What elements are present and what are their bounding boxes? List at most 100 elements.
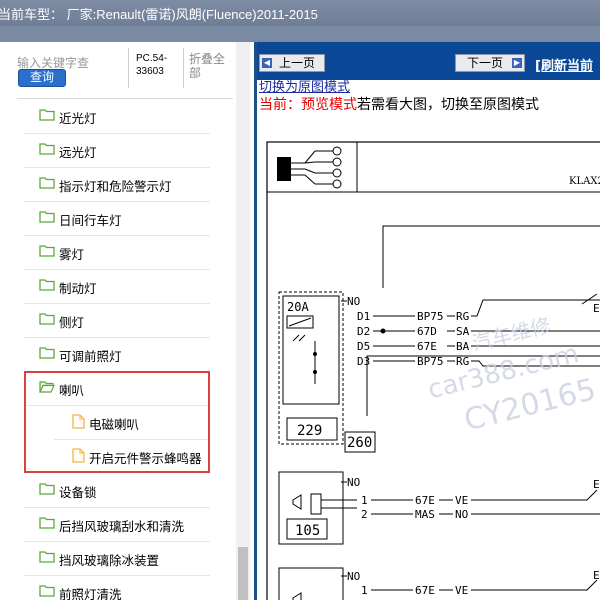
title-band [0, 26, 600, 42]
wire-color: RG [456, 310, 469, 323]
search-button[interactable]: 查询 [18, 69, 66, 87]
window-title-bar: 当前车型： 厂家:Renault(雷诺)风朗(Fluence)2011-2015 [0, 0, 600, 26]
bottom-connector: NO 1 67E VE E [278, 567, 600, 600]
pin-label: D1 [357, 310, 370, 323]
wire-color: NO [455, 508, 468, 521]
folder-icon [39, 142, 55, 158]
tree-item-label: 前照灯清洗 [59, 587, 122, 600]
pin-label: 1 [361, 494, 368, 507]
tree-folder-item[interactable]: 可调前照灯 [24, 338, 210, 372]
wire-code: BP75 [417, 310, 444, 323]
arrow-right-icon: ▶ [512, 58, 522, 68]
tree-folder-item[interactable]: 日间行车灯 [24, 202, 210, 236]
wire-code: 67E [415, 584, 435, 597]
pin-label: D3 [357, 355, 370, 368]
prev-page-button[interactable]: ◀ 上一页 [259, 54, 325, 72]
toolbar-divider [128, 48, 129, 88]
pin-label: NO [347, 476, 360, 489]
folder-icon [39, 108, 55, 124]
pin-label: NO [347, 570, 360, 583]
pin-label: 1 [361, 584, 368, 597]
wire-code: 67D [417, 325, 437, 338]
mode-hint: 若需看大图，切换至原图模式 [357, 97, 539, 113]
tree-folder-item[interactable]: 前照灯清洗 [24, 576, 210, 600]
wire-color: SA [456, 325, 470, 338]
tree-item-label: 近光灯 [59, 111, 97, 126]
scrollbar-thumb[interactable] [238, 547, 248, 600]
wire-color: BA [456, 340, 470, 353]
toolbar-divider [183, 48, 184, 88]
folder-icon [39, 244, 55, 260]
pc-code-label: PC.54-33603 [136, 53, 168, 77]
tree-item-label: 挡风玻璃除冰装置 [59, 553, 160, 568]
horn-icon [292, 592, 302, 600]
folder-icon [39, 278, 55, 294]
tree-item-label: 后挡风玻璃刮水和清洗 [59, 519, 185, 534]
bus-line [382, 225, 600, 288]
mode-status: 当前：预览模式若需看大图，切换至原图模式 [259, 94, 539, 114]
tree-folder-item[interactable]: 指示灯和危险警示灯 [24, 168, 210, 202]
folder-icon [39, 584, 55, 600]
pin-label: D5 [357, 340, 370, 353]
folder-icon [39, 516, 55, 532]
collapse-all-button[interactable]: 折叠全部 [189, 52, 229, 80]
tree-folder-item[interactable]: 雾灯 [24, 236, 210, 270]
refresh-link[interactable]: [刷新当前 [535, 55, 593, 74]
next-page-button[interactable]: 下一页 ▶ [455, 54, 525, 72]
selection-highlight [24, 371, 210, 473]
diagram-viewer: ◀ 上一页 下一页 ▶ [刷新当前 切换为原图模式 当前：预览模式若需看大图，切… [254, 42, 600, 600]
edge-label: E [593, 302, 600, 315]
folder-icon [39, 176, 55, 192]
wire-code: 67E [417, 340, 437, 353]
tree-folder-item[interactable]: 远光灯 [24, 134, 210, 168]
edge-label: E [593, 478, 600, 491]
folder-icon [39, 482, 55, 498]
tree-folder-item[interactable]: 设备锁 [24, 474, 210, 508]
diagram-header-code: KLAX2/I [569, 176, 600, 187]
tree-folder-item[interactable]: 侧灯 [24, 304, 210, 338]
horn-connector-105: 105 NO 1 2 67E MAS VE NO E [278, 471, 600, 545]
wire-code: 67E [415, 494, 435, 507]
tree-folder-item[interactable]: 制动灯 [24, 270, 210, 304]
relay-ref-main: 229 [297, 423, 322, 439]
wiring-diagram: KLAX2/I 20A 229 [266, 141, 600, 600]
tree-item-label: 指示灯和危险警示灯 [59, 179, 172, 194]
tree-folder-item[interactable]: 后挡风玻璃刮水和清洗 [24, 508, 210, 542]
prev-page-label: 上一页 [278, 56, 315, 70]
edge-label: E [593, 569, 600, 582]
tree-folder-item[interactable]: 近光灯 [24, 100, 210, 134]
relay-box-label: 20A [287, 300, 309, 314]
switch-to-original-link[interactable]: 切换为原图模式 [259, 76, 350, 95]
tree-folder-item[interactable]: 挡风玻璃除冰装置 [24, 542, 210, 576]
tree-item-label: 远光灯 [59, 145, 97, 160]
next-page-label: 下一页 [466, 56, 503, 70]
tree-item-label: 侧灯 [59, 315, 85, 330]
tree-item-label: 设备锁 [59, 485, 97, 500]
horn-icon [292, 494, 302, 510]
watermark: 汽车维修 car388.com CY20165 [425, 313, 600, 439]
left-nav-panel: 查询 PC.54-33603 折叠全部 近光灯远光灯指示灯和危险警示灯日间行车灯… [0, 42, 254, 600]
tree-item-label: 日间行车灯 [59, 213, 122, 228]
wire-code: BP75 [417, 355, 444, 368]
viewer-toolbar: ◀ 上一页 下一页 ▶ [刷新当前 [257, 42, 600, 80]
tree-item-label: 可调前照灯 [59, 349, 122, 364]
arrow-left-icon: ◀ [262, 58, 272, 68]
folder-icon [39, 346, 55, 362]
toolbar-divider [17, 98, 233, 99]
mode-current-label: 当前：预览模式 [259, 97, 357, 113]
wire-color: VE [455, 584, 468, 597]
folder-icon [39, 210, 55, 226]
pin-label: D2 [357, 325, 370, 338]
connector-symbol-icon [277, 146, 342, 189]
pin-label: 2 [361, 508, 368, 521]
tree-item-label: 雾灯 [59, 247, 85, 262]
wire-code: MAS [415, 508, 435, 521]
folder-icon [39, 550, 55, 566]
relay-ref-side: 260 [347, 435, 372, 451]
pin-label: NO [347, 295, 360, 308]
horn-ref-main: 105 [295, 523, 320, 539]
tree-item-label: 制动灯 [59, 281, 97, 296]
scrollbar[interactable] [236, 42, 250, 600]
window-title: 当前车型： 厂家:Renault(雷诺)风朗(Fluence)2011-2015 [0, 7, 318, 22]
wire-color: VE [455, 494, 468, 507]
